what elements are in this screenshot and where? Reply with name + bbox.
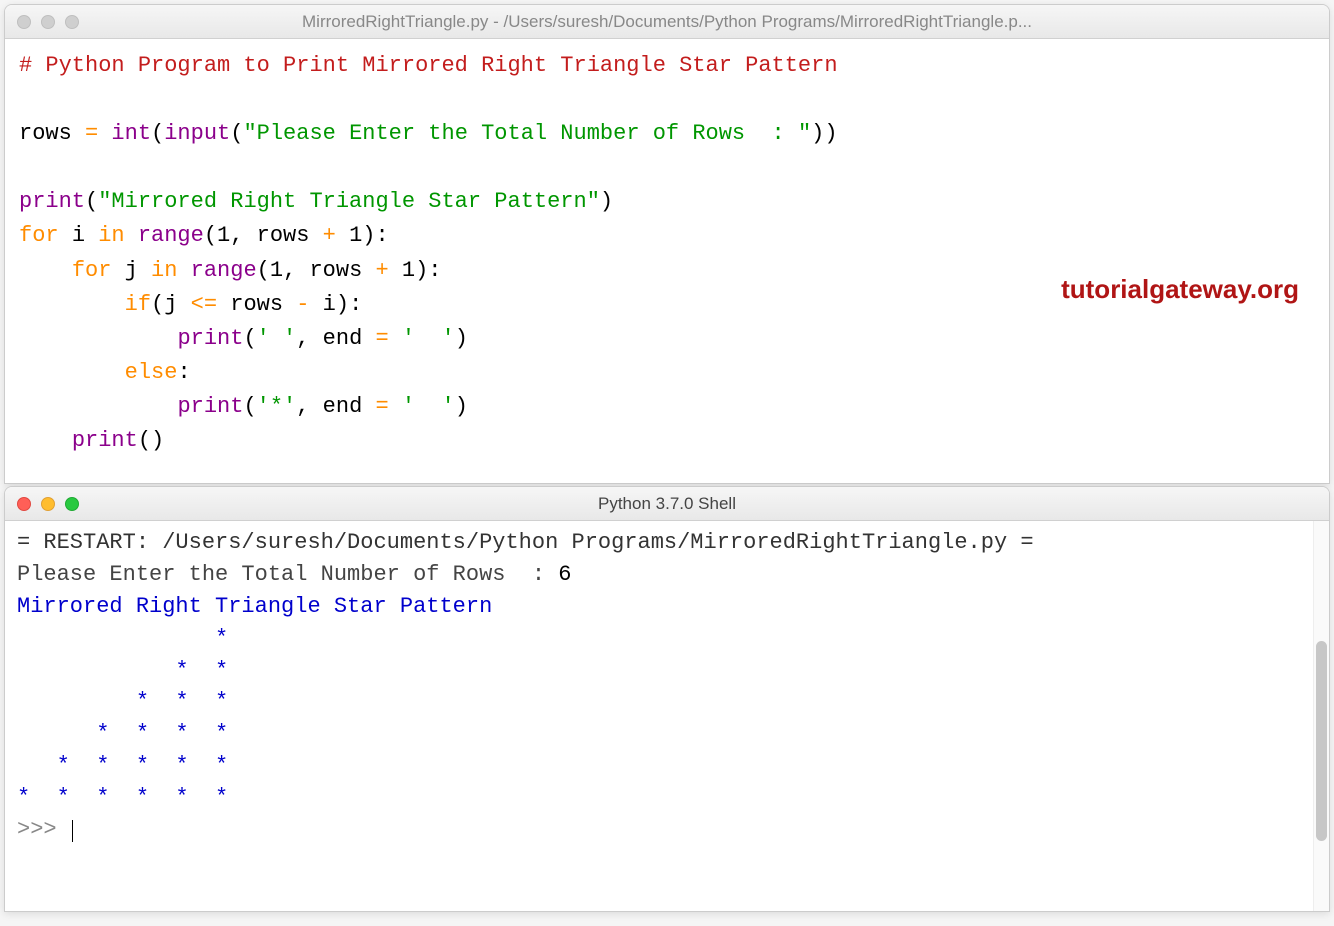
watermark: tutorialgateway.org bbox=[1061, 269, 1299, 309]
output-header: Mirrored Right Triangle Star Pattern bbox=[17, 594, 492, 619]
restart-line: = RESTART: /Users/suresh/Documents/Pytho… bbox=[17, 530, 1034, 555]
user-input: 6 bbox=[558, 562, 571, 587]
shell-title: Python 3.7.0 Shell bbox=[5, 494, 1329, 514]
editor-traffic-lights bbox=[17, 15, 79, 29]
code-comment: # Python Program to Print Mirrored Right… bbox=[19, 53, 838, 78]
minimize-icon[interactable] bbox=[41, 497, 55, 511]
close-icon[interactable] bbox=[17, 497, 31, 511]
pattern-row: * * bbox=[17, 658, 255, 683]
input-prompt: Please Enter the Total Number of Rows : bbox=[17, 562, 558, 587]
shell-traffic-lights bbox=[17, 497, 79, 511]
editor-window: MirroredRightTriangle.py - /Users/suresh… bbox=[4, 4, 1330, 484]
cursor-icon bbox=[72, 820, 73, 842]
pattern-row: * * * bbox=[17, 689, 255, 714]
pattern-row: * bbox=[17, 626, 255, 651]
minimize-icon[interactable] bbox=[41, 15, 55, 29]
close-icon[interactable] bbox=[17, 15, 31, 29]
editor-title: MirroredRightTriangle.py - /Users/suresh… bbox=[5, 12, 1329, 32]
shell-output[interactable]: = RESTART: /Users/suresh/Documents/Pytho… bbox=[5, 521, 1329, 911]
pattern-row: * * * * * * bbox=[17, 785, 255, 810]
shell-prompt: >>> bbox=[17, 817, 70, 842]
editor-title-bar[interactable]: MirroredRightTriangle.py - /Users/suresh… bbox=[5, 5, 1329, 39]
shell-window: Python 3.7.0 Shell = RESTART: /Users/sur… bbox=[4, 486, 1330, 912]
shell-title-bar[interactable]: Python 3.7.0 Shell bbox=[5, 487, 1329, 521]
scrollbar[interactable] bbox=[1313, 521, 1329, 911]
pattern-row: * * * * bbox=[17, 721, 255, 746]
code-editor[interactable]: # Python Program to Print Mirrored Right… bbox=[5, 39, 1329, 483]
maximize-icon[interactable] bbox=[65, 497, 79, 511]
scrollbar-thumb[interactable] bbox=[1316, 641, 1327, 841]
pattern-row: * * * * * bbox=[17, 753, 255, 778]
maximize-icon[interactable] bbox=[65, 15, 79, 29]
